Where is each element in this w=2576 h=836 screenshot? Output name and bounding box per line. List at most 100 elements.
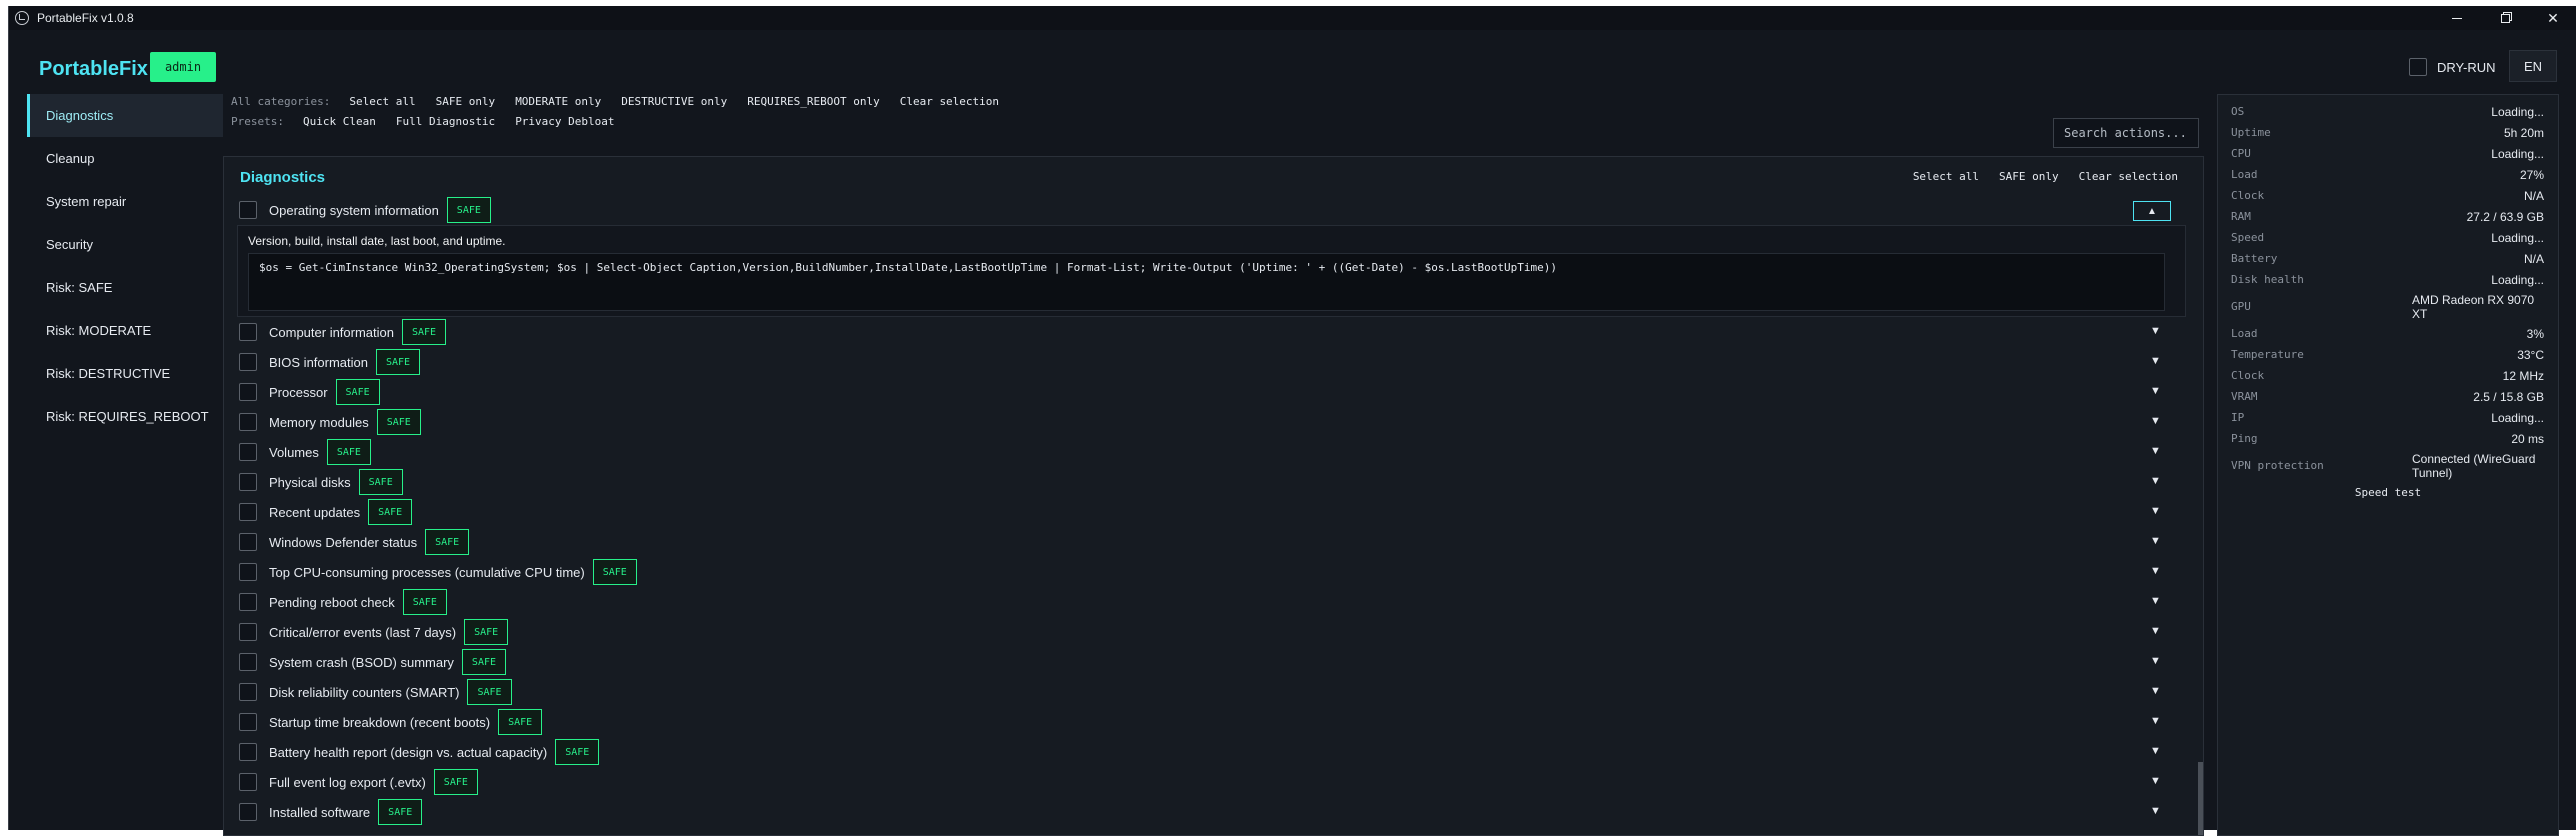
row-checkbox[interactable] xyxy=(239,353,257,371)
row-label: BIOS information xyxy=(269,354,368,370)
actions-panel: Diagnostics Select all SAFE only Clear sel… xyxy=(223,156,2204,836)
info-row-cpu: CPU Loading... xyxy=(2218,143,2558,164)
sidebar-item-risk-moderate[interactable]: Risk: MODERATE xyxy=(27,309,223,352)
chevron-down-icon[interactable]: ▼ xyxy=(2150,535,2161,547)
panel-action-button[interactable]: SAFE only xyxy=(1992,168,2066,185)
close-button[interactable]: ✕ xyxy=(2529,6,2576,30)
row-checkbox[interactable] xyxy=(239,713,257,731)
sidebar-item-system-repair[interactable]: System repair xyxy=(27,180,223,223)
action-row[interactable]: Volumes SAFE ▼ xyxy=(224,437,2203,467)
action-row[interactable]: Full event log export (.evtx) SAFE ▼ xyxy=(224,767,2203,797)
dry-run-checkbox[interactable] xyxy=(2409,58,2427,76)
chevron-down-icon[interactable]: ▼ xyxy=(2150,715,2161,727)
chevron-down-icon[interactable]: ▼ xyxy=(2150,415,2161,427)
action-row[interactable]: BIOS information SAFE ▼ xyxy=(224,347,2203,377)
dry-run-toggle[interactable]: DRY-RUN xyxy=(2409,58,2496,76)
scrollbar-thumb[interactable] xyxy=(2198,762,2203,835)
action-row[interactable]: Processor SAFE ▼ xyxy=(224,377,2203,407)
chevron-down-icon[interactable]: ▼ xyxy=(2150,445,2161,457)
row-label: Memory modules xyxy=(269,414,369,430)
chevron-down-icon[interactable]: ▼ xyxy=(2150,745,2161,757)
action-row[interactable]: Physical disks SAFE ▼ xyxy=(224,467,2203,497)
action-row[interactable]: Critical/error events (last 7 days) SAFE ▼ xyxy=(224,617,2203,647)
info-row-uptime: Uptime 5h 20m xyxy=(2218,122,2558,143)
search-input[interactable] xyxy=(2053,118,2199,148)
row-checkbox[interactable] xyxy=(239,443,257,461)
action-row[interactable]: System crash (BSOD) summary SAFE ▼ xyxy=(224,647,2203,677)
sidebar-item-diagnostics[interactable]: Diagnostics xyxy=(27,94,223,137)
chevron-down-icon[interactable]: ▼ xyxy=(2150,595,2161,607)
row-checkbox[interactable] xyxy=(239,683,257,701)
row-checkbox[interactable] xyxy=(239,533,257,551)
chevron-down-icon[interactable]: ▼ xyxy=(2150,685,2161,697)
row-label: Operating system information xyxy=(269,202,439,218)
action-row[interactable]: Top CPU-consuming processes (cumulative … xyxy=(224,557,2203,587)
action-row-expanded[interactable]: Operating system information SAFE ▲ xyxy=(224,195,2203,225)
row-checkbox[interactable] xyxy=(239,593,257,611)
info-key: Disk health xyxy=(2231,273,2304,286)
action-row[interactable]: Installed software SAFE ▼ xyxy=(224,797,2203,827)
chevron-down-icon[interactable]: ▼ xyxy=(2150,655,2161,667)
chevron-down-icon[interactable]: ▼ xyxy=(2150,565,2161,577)
row-checkbox[interactable] xyxy=(239,503,257,521)
action-row[interactable]: Disk reliability counters (SMART) SAFE ▼ xyxy=(224,677,2203,707)
maximize-button[interactable] xyxy=(2481,6,2529,30)
sidebar-item-cleanup[interactable]: Cleanup xyxy=(27,137,223,180)
preset-button[interactable]: Full Diagnostic xyxy=(387,109,504,133)
chevron-down-icon[interactable]: ▼ xyxy=(2150,475,2161,487)
row-checkbox[interactable] xyxy=(239,413,257,431)
info-value: 27% xyxy=(2519,167,2544,182)
minimize-button[interactable] xyxy=(2433,6,2481,30)
chevron-down-icon[interactable]: ▼ xyxy=(2150,775,2161,787)
sidebar-item-security[interactable]: Security xyxy=(27,223,223,266)
category-filter-button[interactable]: Clear selection xyxy=(891,89,1008,113)
preset-button[interactable]: Quick Clean xyxy=(294,109,385,133)
sidebar-item-risk-destructive[interactable]: Risk: DESTRUCTIVE xyxy=(27,352,223,395)
risk-badge: SAFE xyxy=(446,197,491,223)
chevron-down-icon[interactable]: ▼ xyxy=(2150,355,2161,367)
action-row[interactable]: Memory modules SAFE ▼ xyxy=(224,407,2203,437)
chevron-down-icon[interactable]: ▼ xyxy=(2150,805,2161,817)
info-row-vram: VRAM 2.5 / 15.8 GB xyxy=(2218,386,2558,407)
action-row[interactable]: Startup time breakdown (recent boots) SAF… xyxy=(224,707,2203,737)
category-filter-button[interactable]: DESTRUCTIVE only xyxy=(612,89,736,113)
speed-test-button[interactable]: Speed test xyxy=(2343,486,2433,499)
preset-button[interactable]: Privacy Debloat xyxy=(506,109,623,133)
action-row[interactable]: Computer information SAFE ▼ xyxy=(224,317,2203,347)
chevron-down-icon[interactable]: ▼ xyxy=(2150,505,2161,517)
row-checkbox[interactable] xyxy=(239,323,257,341)
row-checkbox[interactable] xyxy=(239,201,257,219)
panel-action-button[interactable]: Clear selection xyxy=(2072,168,2185,185)
row-checkbox[interactable] xyxy=(239,803,257,821)
action-row[interactable]: Battery health report (design vs. actual… xyxy=(224,737,2203,767)
risk-badge: SAFE xyxy=(464,619,509,645)
row-checkbox[interactable] xyxy=(239,563,257,581)
chevron-down-icon[interactable]: ▼ xyxy=(2150,385,2161,397)
action-row[interactable]: Pending reboot check SAFE ▼ xyxy=(224,587,2203,617)
presets-row: Presets: Quick Clean Full Diagnostic Priva… xyxy=(222,109,626,133)
info-value: 33°C xyxy=(2517,347,2544,362)
row-checkbox[interactable] xyxy=(239,653,257,671)
language-button[interactable]: EN xyxy=(2509,50,2557,82)
sidebar-item-risk-requires-reboot[interactable]: Risk: REQUIRES_REBOOT xyxy=(27,395,223,438)
action-row[interactable]: Windows Defender status SAFE ▼ xyxy=(224,527,2203,557)
panel-scrollbar[interactable] xyxy=(2198,157,2203,835)
info-row-battery: Battery N/A xyxy=(2218,248,2558,269)
row-checkbox[interactable] xyxy=(239,623,257,641)
row-checkbox[interactable] xyxy=(239,743,257,761)
panel-action-button[interactable]: Select all xyxy=(1906,168,1986,185)
chevron-down-icon[interactable]: ▼ xyxy=(2150,625,2161,637)
risk-badge: SAFE xyxy=(461,649,507,675)
chevron-down-icon[interactable]: ▼ xyxy=(2150,325,2161,337)
risk-badge: SAFE xyxy=(368,499,413,525)
collapse-button[interactable]: ▲ xyxy=(2133,201,2171,221)
category-filter-button[interactable]: REQUIRES_REBOOT only xyxy=(738,89,888,113)
action-row[interactable]: Recent updates SAFE ▼ xyxy=(224,497,2203,527)
row-checkbox[interactable] xyxy=(239,383,257,401)
action-list: Operating system information SAFE ▲ Vers… xyxy=(224,195,2203,827)
chevron-up-icon: ▲ xyxy=(2147,205,2157,217)
row-checkbox[interactable] xyxy=(239,773,257,791)
sidebar-item-risk-safe[interactable]: Risk: SAFE xyxy=(27,266,223,309)
risk-badge: SAFE xyxy=(376,349,421,375)
row-checkbox[interactable] xyxy=(239,473,257,491)
